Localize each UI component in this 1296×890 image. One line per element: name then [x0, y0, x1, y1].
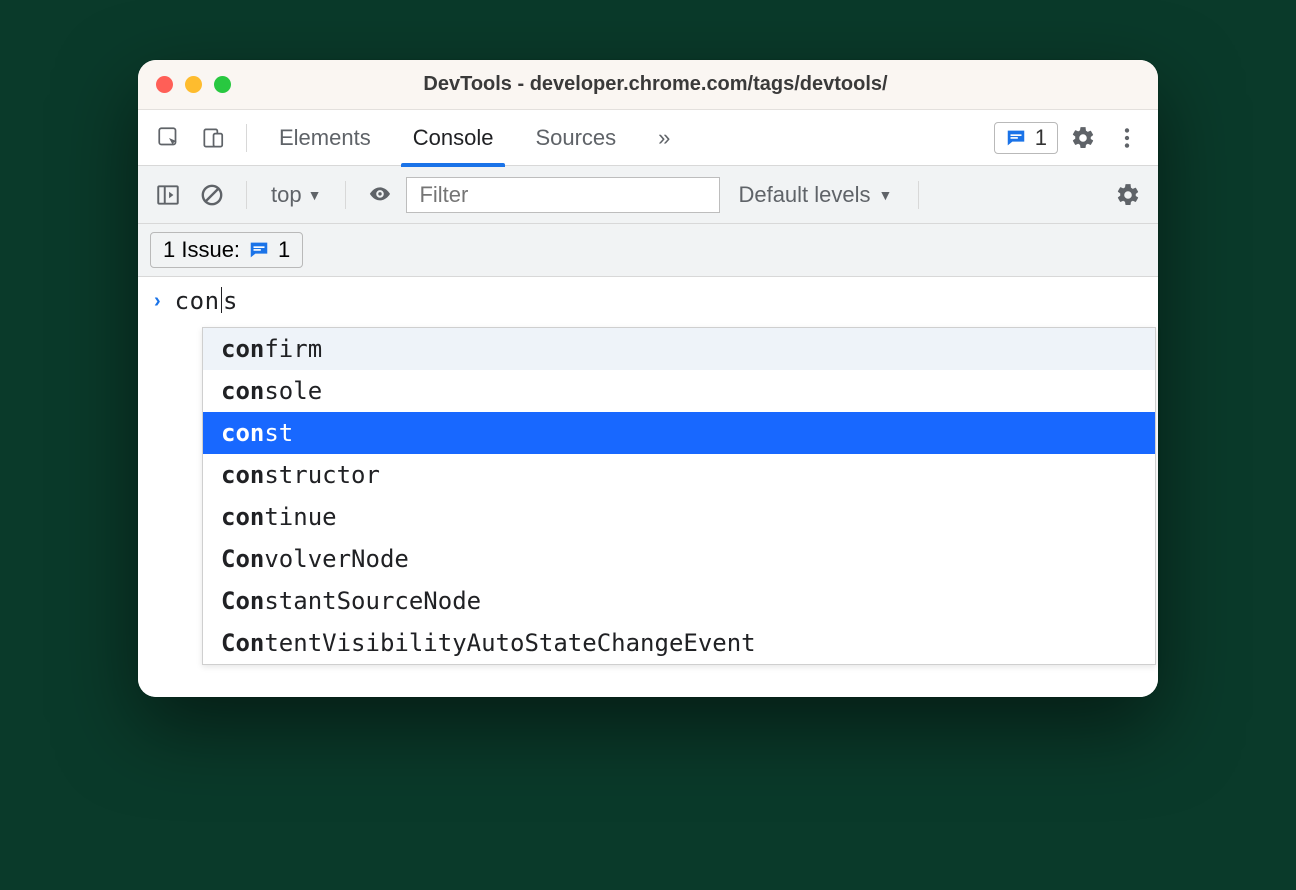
device-toolbar-icon[interactable]: [194, 119, 232, 157]
kebab-menu-icon[interactable]: [1108, 119, 1146, 157]
chevron-down-icon: ▼: [308, 187, 322, 203]
execution-context-selector[interactable]: top ▼: [263, 182, 329, 208]
autocomplete-item[interactable]: constructor: [203, 454, 1155, 496]
autocomplete-popup: confirmconsoleconstconstructorcontinueCo…: [202, 327, 1156, 665]
console-prompt[interactable]: › cons: [138, 277, 1158, 317]
settings-icon[interactable]: [1064, 119, 1102, 157]
titlebar: DevTools - developer.chrome.com/tags/dev…: [138, 60, 1158, 110]
issue-bar-count: 1: [278, 237, 290, 263]
tab-sources[interactable]: Sources: [517, 110, 634, 166]
tab-more[interactable]: »: [640, 110, 688, 166]
autocomplete-item[interactable]: ConvolverNode: [203, 538, 1155, 580]
autocomplete-item[interactable]: continue: [203, 496, 1155, 538]
autocomplete-item[interactable]: const: [203, 412, 1155, 454]
live-expression-icon[interactable]: [362, 177, 398, 213]
issue-bar-label: 1 Issue:: [163, 237, 240, 263]
window-title: DevTools - developer.chrome.com/tags/dev…: [171, 73, 1140, 96]
separator: [918, 181, 919, 209]
text-cursor: [221, 287, 223, 313]
message-icon: [1005, 127, 1027, 149]
devtools-window: DevTools - developer.chrome.com/tags/dev…: [138, 60, 1158, 697]
main-tabstrip: Elements Console Sources » 1: [138, 110, 1158, 166]
issues-link[interactable]: 1 Issue: 1: [150, 232, 303, 268]
console-settings-icon[interactable]: [1110, 177, 1146, 213]
console-body: › cons confirmconsoleconstconstructorcon…: [138, 277, 1158, 697]
console-toolbar: top ▼ Default levels ▼: [138, 166, 1158, 224]
tab-elements[interactable]: Elements: [261, 110, 389, 166]
autocomplete-item[interactable]: console: [203, 370, 1155, 412]
autocomplete-item[interactable]: confirm: [203, 328, 1155, 370]
autocomplete-item[interactable]: ConstantSourceNode: [203, 580, 1155, 622]
filter-input[interactable]: [406, 177, 720, 213]
autocomplete-item[interactable]: ContentVisibilityAutoStateChangeEvent: [203, 622, 1155, 664]
issues-count: 1: [1035, 125, 1047, 151]
console-input[interactable]: cons: [175, 287, 238, 315]
tab-console[interactable]: Console: [395, 110, 512, 166]
context-label: top: [271, 182, 302, 208]
issues-badge[interactable]: 1: [994, 122, 1058, 154]
levels-label: Default levels: [738, 182, 870, 208]
issues-bar: 1 Issue: 1: [138, 224, 1158, 277]
chevron-down-icon: ▼: [879, 187, 893, 203]
prompt-caret-icon: ›: [154, 290, 161, 313]
clear-console-icon[interactable]: [194, 177, 230, 213]
inspect-icon[interactable]: [150, 119, 188, 157]
separator: [345, 181, 346, 209]
separator: [246, 124, 247, 152]
log-levels-selector[interactable]: Default levels ▼: [728, 182, 902, 208]
message-icon: [248, 239, 270, 261]
separator: [246, 181, 247, 209]
sidebar-toggle-icon[interactable]: [150, 177, 186, 213]
